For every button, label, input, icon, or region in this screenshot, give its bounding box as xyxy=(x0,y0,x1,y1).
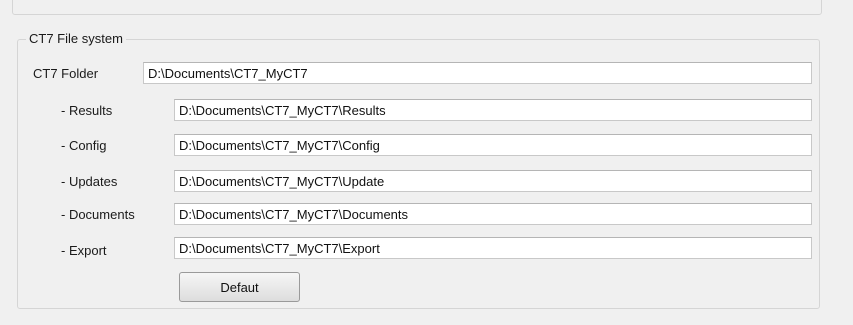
ct7-folder-field[interactable] xyxy=(143,62,812,84)
export-label: - Export xyxy=(61,243,107,258)
file-system-group-title: CT7 File system xyxy=(26,31,126,47)
settings-panel: CT7 File system CT7 Folder - Results - C… xyxy=(0,0,853,325)
ct7-folder-label: CT7 Folder xyxy=(33,66,99,81)
export-path-field[interactable] xyxy=(174,237,812,259)
config-label: - Config xyxy=(61,138,107,153)
previous-group-box xyxy=(12,0,822,15)
documents-label: - Documents xyxy=(61,207,135,222)
documents-path-field[interactable] xyxy=(174,203,812,225)
default-button[interactable]: Defaut xyxy=(179,272,300,302)
results-path-field[interactable] xyxy=(174,99,812,121)
updates-label: - Updates xyxy=(61,174,118,189)
results-label: - Results xyxy=(61,103,113,118)
config-path-field[interactable] xyxy=(174,134,812,156)
updates-path-field[interactable] xyxy=(174,170,812,192)
